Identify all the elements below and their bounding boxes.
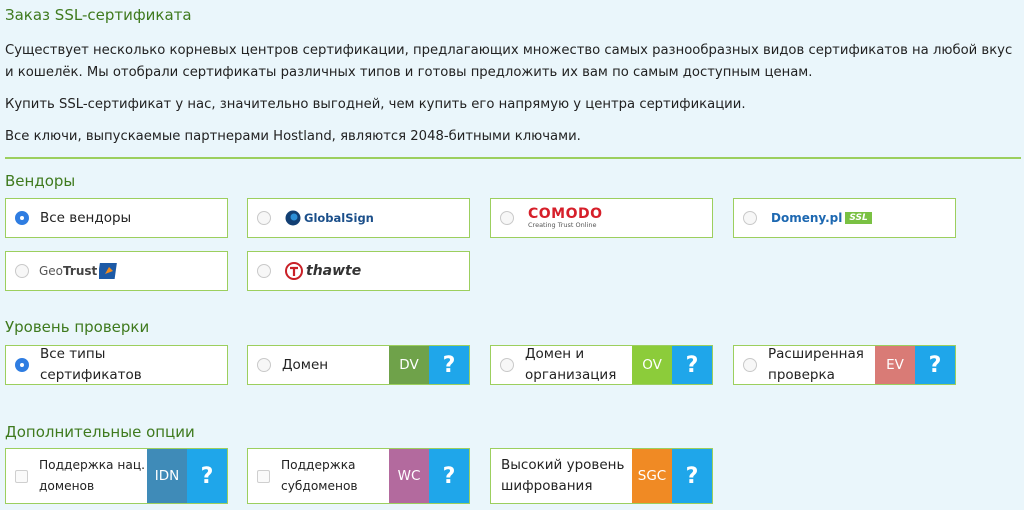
checkbox[interactable]: [15, 469, 28, 483]
thawte-t-icon: [285, 262, 303, 280]
options-heading: Дополнительные опции: [5, 423, 195, 441]
validation-extended-option[interactable]: Расширенная проверка EV ?: [733, 345, 956, 385]
benefit-paragraph: Купить SSL-сертификат у нас, значительно…: [5, 97, 746, 112]
radio[interactable]: [500, 358, 514, 372]
vendor-thawte-option[interactable]: thawte: [247, 251, 470, 291]
geotrust-mark-icon: [99, 263, 118, 279]
validation-all-option[interactable]: Все типы сертификатов: [5, 345, 228, 385]
radio[interactable]: [257, 358, 271, 372]
page-title: Заказ SSL-сертификата: [5, 6, 192, 24]
geotrust-logo: GeoTrust: [39, 262, 119, 280]
help-button[interactable]: ?: [429, 346, 469, 384]
vendor-globalsign-option[interactable]: GlobalSign: [247, 198, 470, 238]
vendor-all-option[interactable]: Все вендоры: [5, 198, 228, 238]
help-button[interactable]: ?: [429, 449, 469, 503]
intro-paragraph: Существует несколько корневых центров се…: [5, 43, 1013, 80]
radio[interactable]: [743, 211, 757, 225]
radio[interactable]: [15, 264, 29, 278]
validation-extended-label: Расширенная проверка: [768, 346, 864, 383]
globalsign-logo: GlobalSign: [285, 210, 374, 226]
globalsign-globe-icon: [285, 210, 301, 226]
thawte-logo: thawte: [285, 262, 361, 280]
ev-badge: EV: [875, 346, 915, 384]
radio[interactable]: [500, 211, 514, 225]
ssl-order-page: Заказ SSL-сертификата Существует несколь…: [0, 0, 1024, 510]
help-button[interactable]: ?: [915, 346, 955, 384]
ov-badge: OV: [632, 346, 672, 384]
wc-badge: WC: [389, 449, 429, 503]
help-button[interactable]: ?: [672, 449, 712, 503]
validation-domain-label: Домен: [282, 356, 329, 373]
option-idn-label: Поддержка нац. доменов: [39, 458, 145, 493]
vendor-domeny-option[interactable]: Domeny.pl SSL: [733, 198, 956, 238]
radio[interactable]: [257, 211, 271, 225]
radio[interactable]: [743, 358, 757, 372]
validation-domain-option[interactable]: Домен DV ?: [247, 345, 470, 385]
comodo-logo: COMODO Creating Trust Online: [528, 206, 603, 229]
option-idn[interactable]: Поддержка нац. доменов IDN ?: [5, 448, 228, 504]
radio-selected[interactable]: [15, 211, 29, 225]
vendor-comodo-option[interactable]: COMODO Creating Trust Online: [490, 198, 713, 238]
radio[interactable]: [257, 264, 271, 278]
sgc-badge: SGC: [632, 449, 672, 503]
vendor-all-label: Все вендоры: [40, 209, 132, 226]
keys-paragraph: Все ключи, выпускаемые партнерами Hostla…: [5, 129, 581, 144]
radio-selected[interactable]: [15, 358, 29, 372]
domeny-logo: Domeny.pl SSL: [771, 211, 872, 225]
option-wc[interactable]: Поддержка субдоменов WC ?: [247, 448, 470, 504]
validation-all-label: Все типы сертификатов: [40, 346, 142, 383]
vendor-geotrust-option[interactable]: GeoTrust: [5, 251, 228, 291]
validation-org-label: Домен и организация: [525, 346, 617, 383]
help-button[interactable]: ?: [187, 449, 227, 503]
dv-badge: DV: [389, 346, 429, 384]
idn-badge: IDN: [147, 449, 187, 503]
validation-heading: Уровень проверки: [5, 318, 150, 336]
checkbox[interactable]: [257, 469, 270, 483]
section-divider: [5, 157, 1021, 159]
validation-org-option[interactable]: Домен и организация OV ?: [490, 345, 713, 385]
option-sgc-label: Высокий уровень шифрования: [501, 457, 625, 494]
help-button[interactable]: ?: [672, 346, 712, 384]
option-wc-label: Поддержка субдоменов: [281, 458, 358, 493]
vendors-heading: Вендоры: [5, 172, 76, 190]
option-sgc[interactable]: Высокий уровень шифрования SGC ?: [490, 448, 713, 504]
